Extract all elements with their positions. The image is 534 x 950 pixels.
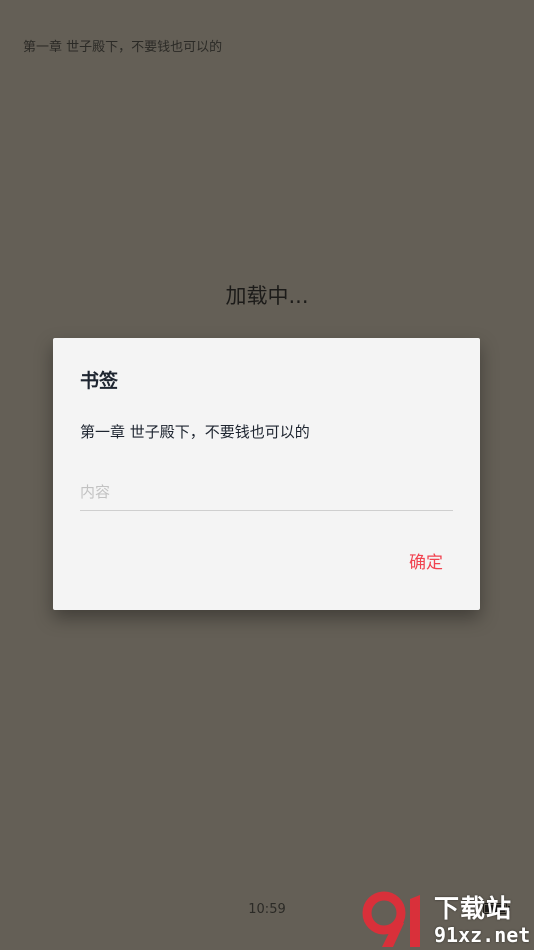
91-logo-icon: [362, 891, 420, 947]
dialog-chapter-title: 第一章 世子殿下，不要钱也可以的: [80, 423, 310, 441]
dialog-title: 书签: [80, 370, 119, 392]
bookmark-content-input[interactable]: [80, 474, 453, 511]
watermark: 下载站 91xz.net: [362, 887, 534, 950]
bookmark-dialog: 书签 第一章 世子殿下，不要钱也可以的 确定: [53, 338, 480, 610]
watermark-brand-text: 下载站: [434, 894, 513, 923]
reader-screen[interactable]: 第一章 世子殿下，不要钱也可以的 加载中... 书签 第一章 世子殿下，不要钱也…: [0, 0, 534, 950]
confirm-button[interactable]: 确定: [399, 544, 453, 577]
watermark-site-text: 91xz.net: [434, 923, 531, 947]
loading-text: 加载中...: [225, 284, 309, 308]
chapter-header: 第一章 世子殿下，不要钱也可以的: [23, 40, 223, 55]
